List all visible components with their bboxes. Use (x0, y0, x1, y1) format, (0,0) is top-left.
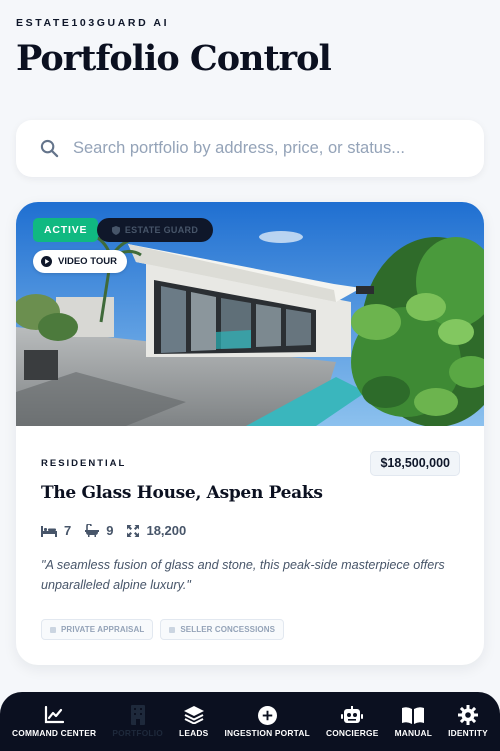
nav-label: MANUAL (394, 728, 433, 738)
nav-identity[interactable]: IDENTITY (448, 692, 488, 751)
beds-stat: 7 (41, 523, 71, 538)
tag-label: SELLER CONCESSIONS (180, 625, 276, 634)
gear-icon (458, 705, 478, 725)
nav-leads[interactable]: LEADS (179, 692, 208, 751)
book-icon (402, 706, 425, 724)
beds-count: 7 (64, 523, 72, 538)
estate-guard-label: ESTATE GUARD (124, 225, 199, 235)
lock-icon (169, 626, 176, 633)
nav-label: PORTFOLIO (112, 728, 163, 738)
nav-ingestion-portal[interactable]: INGESTION PORTAL (225, 692, 310, 751)
tag-private-appraisal[interactable]: PRIVATE APPRAISAL (41, 619, 154, 640)
nav-label: CONCIERGE (325, 728, 379, 738)
tag-label: PRIVATE APPRAISAL (61, 625, 145, 634)
nav-portfolio[interactable]: PORTFOLIO (112, 692, 163, 751)
nav-label: LEADS (179, 728, 209, 738)
listing-card[interactable]: ACTIVE ESTATE GUARD VIDEO TOUR RESIDENTI… (16, 202, 484, 665)
baths-stat: 9 (85, 523, 113, 538)
nav-label: IDENTITY (448, 728, 488, 738)
bed-icon (41, 525, 57, 537)
nav-command-center[interactable]: COMMAND CENTER (12, 692, 96, 751)
tag-seller-concessions[interactable]: SELLER CONCESSIONS (160, 619, 285, 640)
expand-icon (127, 524, 140, 537)
plus-circle-icon (257, 705, 277, 725)
listing-stats: 7 9 18,200 (41, 523, 200, 538)
listing-name[interactable]: The Glass House, Aspen Peaks (41, 483, 323, 503)
layers-icon (183, 706, 204, 724)
video-tour-button[interactable]: VIDEO TOUR (33, 250, 127, 273)
chart-line-icon (45, 706, 65, 724)
search-icon (40, 139, 59, 158)
shield-icon (111, 225, 120, 235)
estate-guard-badge: ESTATE GUARD (97, 218, 213, 242)
listing-description: "A seamless fusion of glass and stone, t… (41, 558, 445, 592)
nav-concierge[interactable]: CONCIERGE (326, 692, 379, 751)
listing-category: RESIDENTIAL (41, 458, 127, 469)
listing-photo[interactable]: ACTIVE ESTATE GUARD VIDEO TOUR (16, 202, 484, 426)
nav-label: COMMAND CENTER (12, 728, 97, 738)
video-tour-label: VIDEO TOUR (58, 256, 117, 267)
bottom-nav: COMMAND CENTER PORTFOLIO LEADS INGESTION… (0, 692, 500, 751)
play-icon (41, 256, 52, 267)
baths-count: 9 (106, 523, 114, 538)
status-badge: ACTIVE (33, 218, 99, 242)
listing-price: $18,500,000 (370, 451, 460, 476)
building-icon (130, 705, 145, 725)
nav-manual[interactable]: MANUAL (395, 692, 433, 751)
brand-label: ESTATE103GUARD AI (16, 17, 170, 29)
sqft-stat: 18,200 (127, 523, 186, 538)
page-title: Portfolio Control (16, 38, 332, 79)
sqft-value: 18,200 (146, 523, 187, 538)
listing-tags: PRIVATE APPRAISAL SELLER CONCESSIONS (41, 619, 285, 640)
nav-label: INGESTION PORTAL (224, 728, 310, 738)
robot-icon (341, 706, 364, 723)
lock-icon (50, 626, 56, 633)
search-bar[interactable] (16, 120, 484, 177)
bath-icon (85, 524, 100, 537)
search-input[interactable] (73, 139, 453, 158)
